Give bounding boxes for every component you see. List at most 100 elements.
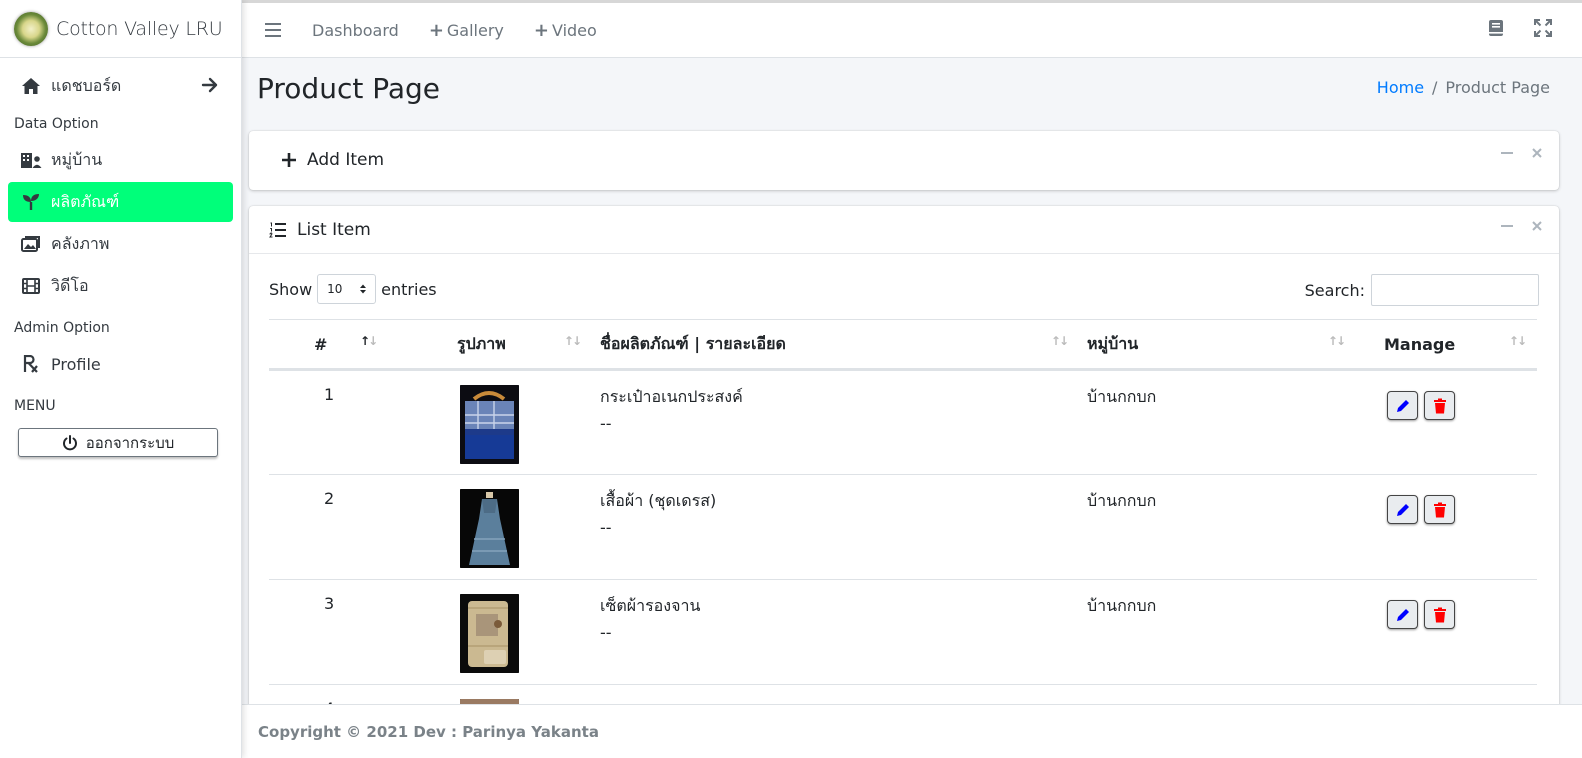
column-label: Manage (1384, 334, 1456, 354)
book-icon[interactable] (1488, 19, 1504, 37)
sidebar-item-label: แดชบอร์ด (51, 75, 122, 95)
plus-icon: + (428, 19, 444, 41)
village-name: บ้านกกบก (1087, 491, 1157, 510)
entries-value: 10 (327, 282, 343, 296)
product-image (460, 385, 519, 464)
sidebar-item-products[interactable]: ผลิตภัณฑ์ (8, 182, 233, 222)
column-header-village[interactable]: หมู่บ้าน ↑↓ (1087, 319, 1384, 371)
edit-button[interactable] (1387, 391, 1418, 420)
sidebar-item-video[interactable]: วิดีโอ (8, 266, 233, 306)
sidebar-item-label: คลังภาพ (51, 233, 110, 253)
expand-icon[interactable] (1534, 19, 1552, 37)
column-header-number[interactable]: # ↑↓ (269, 319, 457, 371)
table-header-row: # ↑↓ รูปภาพ ↑↓ ชื่อผลิตภัณฑ์ | รายละเอีย… (269, 319, 1537, 371)
page-title: Product Page (257, 72, 440, 105)
product-image (460, 594, 519, 673)
nav-dashboard-link[interactable]: Dashboard (312, 21, 399, 40)
arrow-right-icon (201, 77, 218, 93)
brand-logo (14, 11, 48, 46)
sort-caret-icon (360, 284, 367, 294)
product-name: เซ็ตผ้ารองจาน (600, 596, 701, 615)
trash-icon (1433, 607, 1446, 622)
product-detail: -- (600, 414, 612, 433)
sort-icon: ↑↓ (1050, 334, 1069, 348)
film-icon (20, 275, 42, 297)
table-row: 1 กระเป๋าอเนกประสงค์ -- บ้านกกบก (269, 369, 1537, 475)
brand-name: Cotton Valley LRU (56, 17, 223, 40)
village-name: บ้านกกบก (1087, 596, 1157, 615)
list-item-card: List Item Show 10 entries Search: # ↑↓ ร… (249, 206, 1559, 704)
nav-video-link[interactable]: + Video (534, 20, 597, 41)
breadcrumb-current: Product Page (1445, 78, 1550, 97)
product-detail: -- (600, 623, 612, 642)
entries-label: entries (381, 279, 437, 299)
pencil-icon (1396, 503, 1409, 516)
row-number: 2 (324, 489, 335, 508)
minimize-icon[interactable] (1501, 220, 1513, 232)
length-control: Show 10 entries (269, 274, 437, 304)
close-icon[interactable] (1531, 147, 1543, 159)
nav-gallery-label: Gallery (446, 20, 504, 40)
sidebar-item-village[interactable]: หมู่บ้าน (8, 140, 233, 180)
seedling-icon (20, 191, 42, 213)
section-header-admin: Admin Option (14, 320, 110, 336)
nav-gallery-link[interactable]: + Gallery (429, 20, 504, 41)
column-label: # (314, 334, 328, 354)
images-icon (20, 233, 42, 255)
column-label: รูปภาพ (457, 333, 506, 353)
add-item-title: Add Item (307, 150, 385, 170)
footer: Copyright © 2021 Dev : Parinya Yakanta (242, 704, 1582, 758)
top-navbar: Dashboard + Gallery + Video (242, 0, 1582, 58)
column-header-manage[interactable]: Manage ↑↓ (1384, 319, 1537, 371)
pencil-icon (1396, 399, 1409, 412)
product-name: กระเป๋าอเนกประสงค์ (600, 387, 743, 406)
section-header-data: Data Option (14, 116, 99, 132)
sidebar-item-gallery[interactable]: คลังภาพ (8, 224, 233, 264)
trash-icon (1433, 398, 1446, 413)
brand-link[interactable]: Cotton Valley LRU (0, 0, 241, 58)
delete-button[interactable] (1424, 495, 1455, 524)
column-header-image[interactable]: รูปภาพ ↑↓ (457, 319, 600, 371)
table-row: 4 (269, 684, 1537, 704)
sidebar-item-label: Profile (51, 354, 101, 374)
trash-icon (1433, 502, 1446, 517)
building-user-icon (20, 149, 42, 171)
search-input[interactable] (1371, 274, 1539, 306)
search-control: Search: (1305, 274, 1539, 306)
card-tools (1501, 147, 1543, 159)
add-item-header[interactable]: Add Item (249, 131, 1559, 189)
product-image (460, 489, 519, 568)
edit-button[interactable] (1387, 495, 1418, 524)
column-label: หมู่บ้าน (1087, 333, 1139, 353)
close-icon[interactable] (1531, 220, 1543, 232)
sidebar-item-dashboard[interactable]: แดชบอร์ด (8, 66, 233, 106)
delete-button[interactable] (1424, 391, 1455, 420)
column-header-name[interactable]: ชื่อผลิตภัณฑ์ | รายละเอียด ↑↓ (600, 319, 1087, 371)
product-name: เสื้อผ้า (ชุดเดรส) (600, 491, 717, 510)
sidebar-item-profile[interactable]: Profile (8, 344, 233, 384)
row-number: 1 (324, 385, 335, 404)
sidebar-item-label: หมู่บ้าน (51, 149, 103, 169)
breadcrumb-home-link[interactable]: Home (1377, 78, 1424, 97)
content-wrapper: Product Page Home / Product Page Add Ite… (242, 58, 1582, 704)
hamburger-icon[interactable] (264, 21, 282, 39)
list-item-header: List Item (249, 206, 1559, 254)
sidebar: Cotton Valley LRU แดชบอร์ด Data Option ห… (0, 0, 242, 758)
copyright-text: Copyright © 2021 Dev : Parinya Yakanta (258, 723, 599, 741)
logout-button[interactable]: ออกจากระบบ (18, 428, 218, 457)
table-row: 3 เซ็ตผ้ารองจาน -- บ้านกกบก (269, 579, 1537, 685)
breadcrumb-separator: / (1432, 78, 1438, 97)
nav-video-label: Video (551, 20, 597, 40)
row-number: 3 (324, 594, 335, 613)
show-label: Show (269, 279, 313, 299)
sort-icon: ↑↓ (563, 334, 582, 348)
minimize-icon[interactable] (1501, 147, 1513, 159)
village-name: บ้านกกบก (1087, 387, 1157, 406)
entries-select[interactable]: 10 (317, 274, 377, 304)
sort-icon: ↑↓ (1508, 334, 1527, 348)
sort-icon: ↑↓ (1327, 334, 1346, 348)
delete-button[interactable] (1424, 600, 1455, 629)
edit-button[interactable] (1387, 600, 1418, 629)
sidebar-item-label: ผลิตภัณฑ์ (51, 191, 120, 211)
products-table: # ↑↓ รูปภาพ ↑↓ ชื่อผลิตภัณฑ์ | รายละเอีย… (269, 319, 1537, 704)
